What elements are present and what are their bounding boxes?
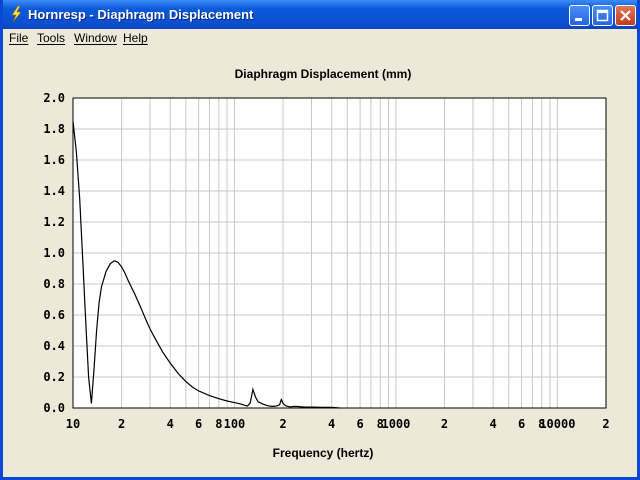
x-tick-label: 2 — [118, 417, 125, 431]
x-tick-label: 6 — [356, 417, 363, 431]
minimize-icon — [575, 18, 582, 21]
y-tick-label: 1.2 — [43, 215, 65, 229]
x-tick-label: 100 — [224, 417, 246, 431]
y-tick-label: 1.8 — [43, 122, 65, 136]
y-tick-label: 1.4 — [43, 184, 65, 198]
x-tick-label: 10000 — [539, 417, 575, 431]
close-button[interactable] — [615, 5, 636, 26]
y-tick-label: 1.0 — [43, 246, 65, 260]
x-tick-label: 2 — [441, 417, 448, 431]
maximize-icon — [596, 9, 609, 22]
menu-bar: File Tools Window Help — [3, 29, 637, 48]
close-icon — [620, 10, 631, 21]
y-tick-label: 0.2 — [43, 370, 65, 384]
x-tick-label: 4 — [167, 417, 174, 431]
menu-window[interactable]: Window — [74, 31, 117, 45]
lightning-icon — [11, 6, 22, 22]
window-title: Hornresp - Diaphragm Displacement — [28, 7, 254, 22]
y-tick-labels: 2.0 1.8 1.6 1.4 1.2 1.0 0.8 0.6 0.4 0.2 0.0 — [43, 91, 65, 415]
displacement-chart: Diaphragm Displacement (mm) 2.0 1.8 1.6 1.4… — [43, 67, 610, 460]
x-axis-label: Frequency (hertz) — [273, 446, 374, 460]
x-tick-label: 8 — [215, 417, 222, 431]
x-tick-label: 4 — [328, 417, 335, 431]
y-tick-label: 0.4 — [43, 339, 65, 353]
x-tick-label: 4 — [490, 417, 497, 431]
x-tick-label: 10 — [66, 417, 80, 431]
title-bar[interactable]: Hornresp - Diaphragm Displacement — [3, 0, 637, 29]
y-tick-label: 0.8 — [43, 277, 65, 291]
maximize-button[interactable] — [592, 5, 613, 26]
y-tick-label: 2.0 — [43, 91, 65, 105]
x-tick-label: 2 — [602, 417, 609, 431]
y-tick-label: 0.6 — [43, 308, 65, 322]
menu-help[interactable]: Help — [123, 31, 148, 45]
app-window: Hornresp - Diaphragm Displacement File T… — [0, 0, 640, 480]
x-tick-label: 6 — [518, 417, 525, 431]
y-tick-label: 0.0 — [43, 401, 65, 415]
x-tick-label: 2 — [279, 417, 286, 431]
x-tick-labels: 10 2 4 6 8 100 2 4 6 81000 2 4 6 810000 2 — [66, 417, 610, 431]
minimize-button[interactable] — [569, 5, 590, 26]
y-tick-label: 1.6 — [43, 153, 65, 167]
menu-tools[interactable]: Tools — [37, 31, 65, 45]
menu-file[interactable]: File — [9, 31, 28, 45]
chart-title: Diaphragm Displacement (mm) — [235, 67, 412, 81]
x-tick-label: 6 — [195, 417, 202, 431]
chart-area: Diaphragm Displacement (mm) 2.0 1.8 1.6 1.4… — [6, 48, 637, 477]
x-tick-label: 1000 — [381, 417, 410, 431]
